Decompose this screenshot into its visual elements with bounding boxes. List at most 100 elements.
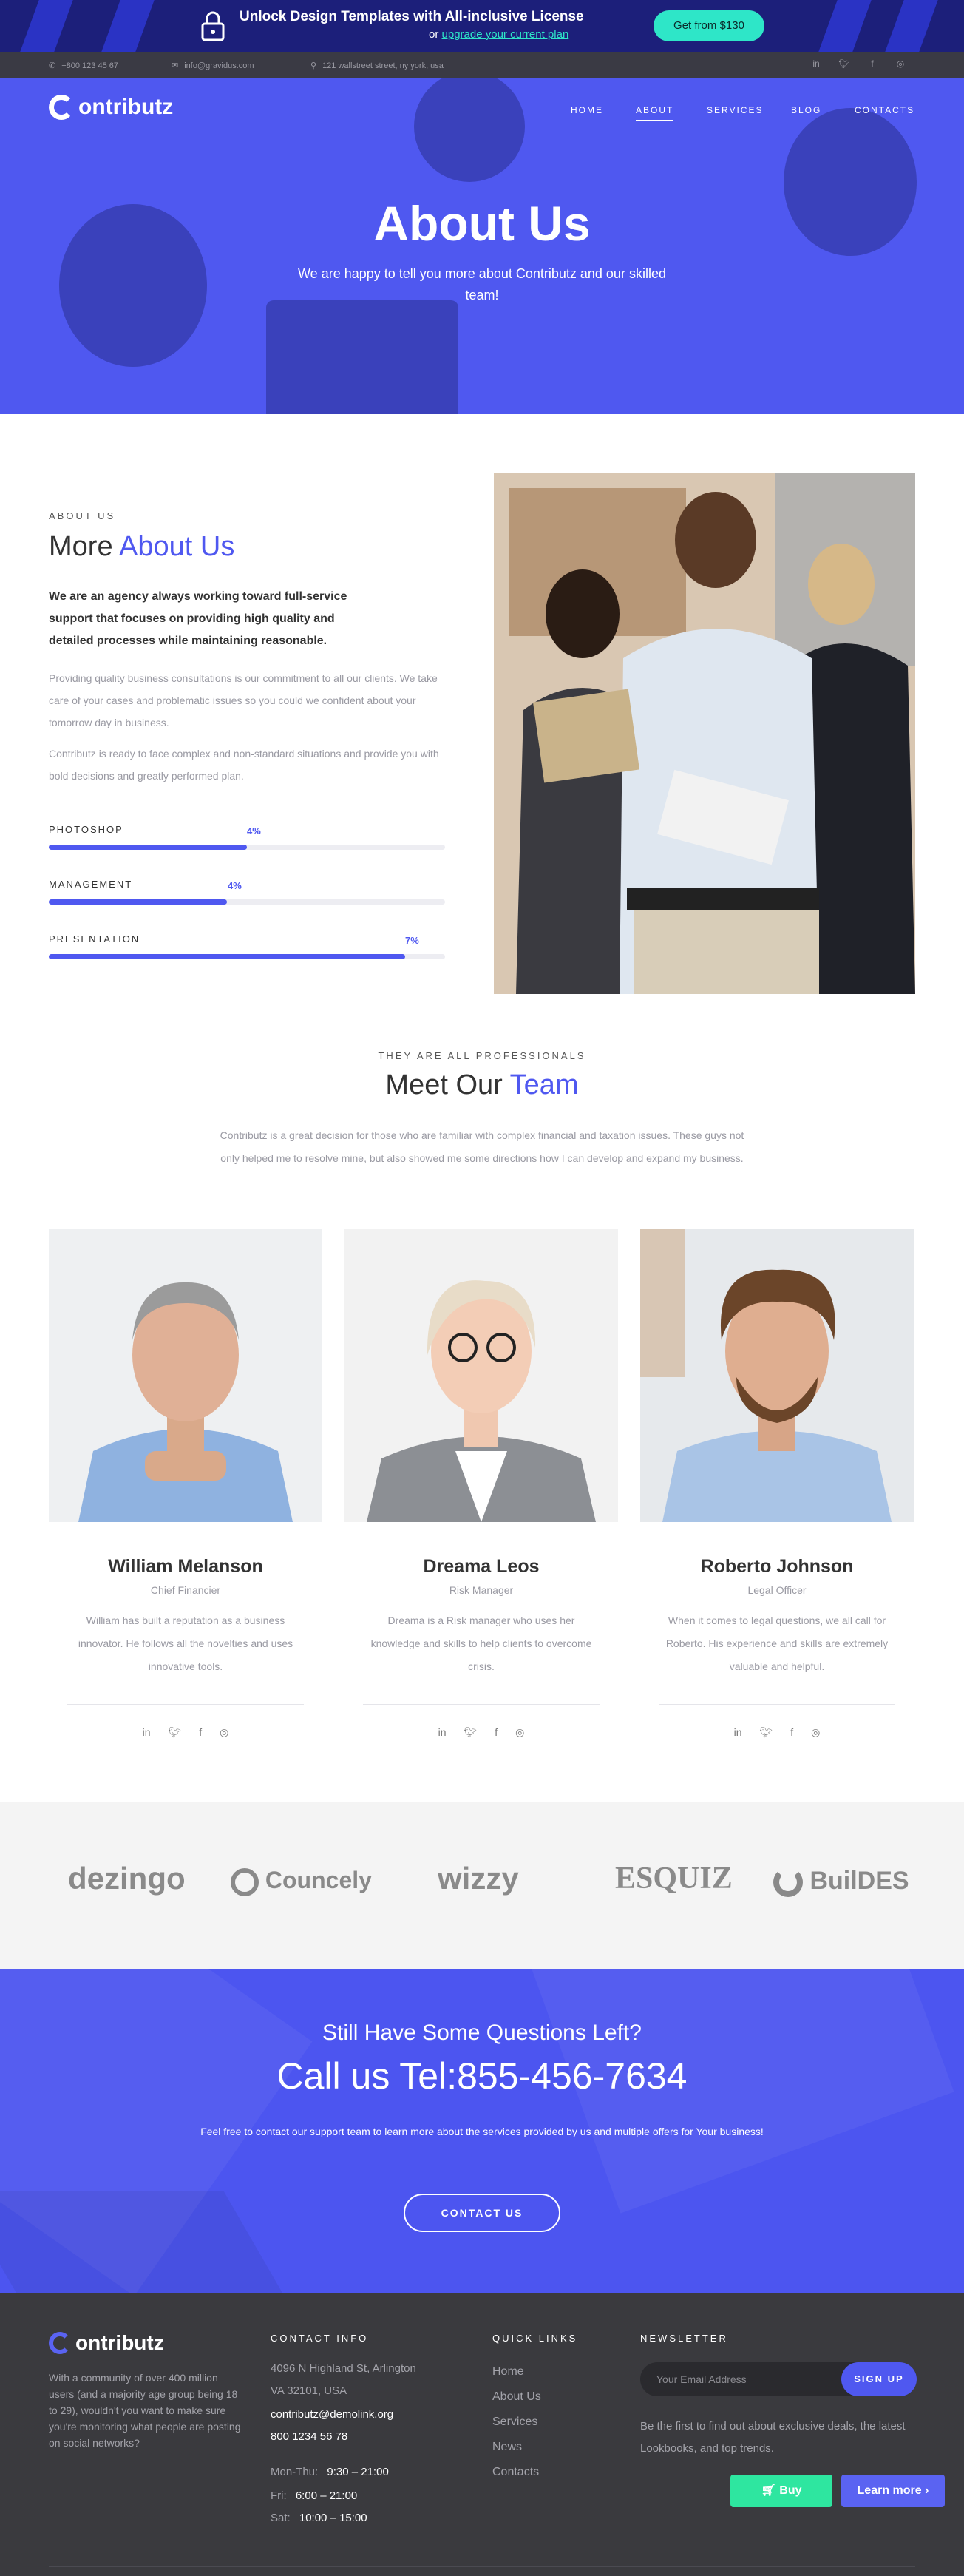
about-paragraph: Contributz is ready to face complex and … [49, 748, 439, 782]
top-info-bar: ✆ +800 123 45 67 ✉ info@gravidus.com ⚲ 1… [0, 52, 964, 78]
footer-link-contacts[interactable]: Contacts [492, 2460, 539, 2485]
phone-text: +800 123 45 67 [61, 61, 118, 70]
twitter-icon[interactable]: 🐦︎ [760, 1726, 773, 1739]
linkedin-icon[interactable]: in [734, 1726, 742, 1739]
hours-day: Sat: [271, 2512, 291, 2524]
member-description: Dreama is a Risk manager who uses her kn… [370, 1615, 592, 1672]
facebook-icon[interactable]: f [199, 1726, 202, 1739]
team-kicker: THEY ARE ALL PROFESSIONALS [378, 1050, 586, 1061]
hours-row: Sat: 10:00 – 15:00 [271, 2506, 367, 2531]
team-description: Contributz is a great decision for those… [220, 1129, 744, 1164]
upgrade-link[interactable]: upgrade your current plan [442, 28, 569, 41]
about-paragraph: Providing quality business consultations… [49, 672, 438, 728]
nav-contacts[interactable]: CONTACTS [855, 105, 914, 115]
hours-row: Mon-Thu: 9:30 – 21:00 [271, 2460, 389, 2485]
get-license-button[interactable]: Get from $130 [654, 10, 764, 41]
footer-link-home[interactable]: Home [492, 2359, 524, 2384]
brand-logo[interactable]: Councely [231, 1867, 372, 1896]
facebook-icon[interactable]: f [495, 1726, 498, 1739]
card-divider [659, 1704, 895, 1705]
twitter-icon[interactable]: 🐦︎ [838, 58, 850, 70]
cta-kicker: Still Have Some Questions Left? [322, 2021, 642, 2045]
contact-info-heading: CONTACT INFO [271, 2333, 369, 2344]
mail-icon: ✉ [172, 61, 179, 70]
member-name[interactable]: William Melanson [49, 1556, 322, 1578]
linkedin-icon[interactable]: in [810, 58, 822, 70]
nav-active-underline [636, 120, 673, 121]
instagram-icon[interactable]: ◎ [811, 1726, 820, 1739]
team-heading-plain: Meet Our [385, 1069, 503, 1101]
hours-day: Mon-Thu: [271, 2466, 319, 2478]
member-role: Legal Officer [747, 1584, 807, 1596]
promo-sub-prefix: or [429, 28, 439, 41]
email-info[interactable]: ✉ info@gravidus.com [172, 61, 254, 71]
sign-up-button[interactable]: SIGN UP [841, 2362, 917, 2396]
nav-home[interactable]: HOME [571, 105, 603, 115]
brand-logo[interactable]: ESQUIZ [615, 1861, 733, 1896]
brand-logo[interactable]: BuilDES [773, 1867, 909, 1898]
promo-decor [885, 0, 938, 52]
skill-value: 4% [228, 880, 242, 891]
card-divider [67, 1704, 304, 1705]
hero-bg-shape [266, 300, 458, 414]
chevron-right-icon: › [925, 2484, 929, 2497]
hours-time: 9:30 – 21:00 [327, 2466, 389, 2478]
learn-more-label: Learn more [857, 2484, 922, 2497]
buy-button[interactable]: 🛒︎ Buy [730, 2475, 832, 2507]
linkedin-icon[interactable]: in [438, 1726, 447, 1739]
footer-link-about[interactable]: About Us [492, 2384, 541, 2410]
twitter-icon[interactable]: 🐦︎ [464, 1726, 478, 1739]
skill-value: 4% [247, 825, 261, 836]
footer-logo[interactable]: ontributz [49, 2331, 164, 2355]
member-description: When it comes to legal questions, we all… [665, 1615, 889, 1672]
logo-mark-icon [49, 95, 74, 120]
contact-us-button[interactable]: CONTACT US [404, 2194, 560, 2232]
about-heading-plain: More [49, 531, 113, 562]
footer-phone[interactable]: 800 1234 56 78 [271, 2424, 347, 2450]
phone-icon: ✆ [49, 61, 56, 70]
twitter-icon[interactable]: 🐦︎ [169, 1726, 182, 1739]
member-name[interactable]: Roberto Johnson [640, 1556, 914, 1578]
member-social-links: in 🐦︎ f ◎ [344, 1726, 618, 1739]
site-logo[interactable]: ontributz [49, 95, 173, 120]
nav-about[interactable]: ABOUT [636, 105, 673, 115]
nav-blog[interactable]: BLOG [791, 105, 821, 115]
instagram-icon[interactable]: ◎ [895, 58, 906, 70]
about-kicker: ABOUT US [49, 510, 116, 521]
nav-services[interactable]: SERVICES [707, 105, 763, 115]
member-description: William has built a reputation as a busi… [78, 1615, 293, 1672]
footer-link-services[interactable]: Services [492, 2410, 537, 2435]
facebook-icon[interactable]: f [790, 1726, 793, 1739]
skill-label: PRESENTATION [49, 933, 140, 944]
learn-more-button[interactable]: Learn more › [841, 2475, 945, 2507]
instagram-icon[interactable]: ◎ [515, 1726, 524, 1739]
member-name[interactable]: Dreama Leos [344, 1556, 618, 1578]
card-divider [363, 1704, 600, 1705]
linkedin-icon[interactable]: in [143, 1726, 151, 1739]
footer-email[interactable]: contributz@demolink.org [271, 2402, 393, 2427]
skill-label: MANAGEMENT [49, 879, 133, 890]
hours-row: Fri: 6:00 – 21:00 [271, 2484, 357, 2509]
brand-logo-text: Councely [265, 1867, 372, 1893]
about-lead: We are an agency always working toward f… [49, 590, 347, 647]
member-photo [344, 1229, 618, 1522]
about-team-photo [494, 473, 915, 994]
facebook-icon[interactable]: f [866, 58, 878, 70]
skill-bar [49, 845, 445, 850]
quick-links-heading: QUICK LINKS [492, 2333, 578, 2344]
instagram-icon[interactable]: ◎ [220, 1726, 228, 1739]
member-photo [640, 1229, 914, 1522]
team-heading-accent: Team [509, 1069, 579, 1101]
footer-address-line: VA 32101, USA [271, 2384, 347, 2397]
promo-decor [101, 0, 155, 52]
logo-mark-icon [49, 2332, 71, 2354]
phone-info[interactable]: ✆ +800 123 45 67 [49, 61, 118, 71]
skill-bar-fill [49, 954, 406, 959]
footer-link-news[interactable]: News [492, 2435, 522, 2460]
logo-text: ontributz [75, 2331, 164, 2354]
logo-text: ontributz [78, 95, 174, 119]
address-info: ⚲ 121 wallstreet street, ny york, usa [310, 61, 444, 71]
brand-logo[interactable]: wizzy [438, 1861, 519, 1896]
brand-logo[interactable]: dezingo [68, 1861, 186, 1896]
promo-decor [20, 0, 73, 52]
